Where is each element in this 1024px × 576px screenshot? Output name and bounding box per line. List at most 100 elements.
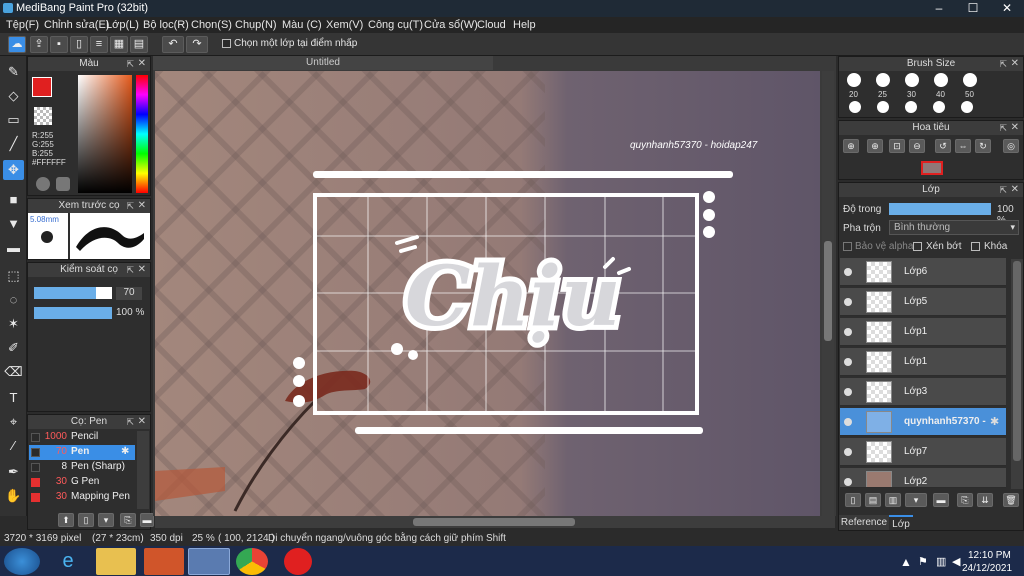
close-panel-icon[interactable]: ✕ bbox=[138, 263, 146, 277]
rotate-right-icon[interactable]: ↻ bbox=[975, 139, 991, 153]
size-dot[interactable] bbox=[849, 101, 861, 113]
layer-opacity-slider[interactable] bbox=[889, 203, 991, 215]
gear-icon[interactable]: ✱ bbox=[121, 446, 129, 457]
fit-icon[interactable]: ⊡ bbox=[889, 139, 905, 153]
select-layer-checkbox[interactable] bbox=[222, 39, 231, 48]
brush-menu-icon[interactable]: ▾ bbox=[98, 513, 114, 527]
menu-cloud[interactable]: Cloud bbox=[477, 19, 506, 31]
artwork[interactable]: Chịu quynhanh57370 - hoidap247 bbox=[155, 71, 820, 516]
save-icon[interactable]: ▤ bbox=[130, 36, 148, 53]
copy-brush-icon[interactable]: ⎘ bbox=[120, 513, 136, 527]
popout-icon[interactable]: ⇱ bbox=[126, 263, 134, 277]
size-dot[interactable] bbox=[877, 101, 889, 113]
layer-row[interactable]: Lớp3 bbox=[840, 378, 1006, 406]
select-eraser-icon[interactable]: ⌫ bbox=[3, 362, 24, 382]
merge-layer-icon[interactable]: ⇊ bbox=[977, 493, 993, 507]
tray-arrow-icon[interactable]: ▲ bbox=[900, 555, 912, 569]
gradient-icon[interactable]: ▬ bbox=[3, 238, 24, 258]
new-8bit-layer-icon[interactable]: ▥ bbox=[885, 493, 901, 507]
lock-checkbox[interactable] bbox=[971, 242, 980, 251]
horizontal-scroll-thumb[interactable] bbox=[413, 518, 575, 526]
eye-icon[interactable] bbox=[844, 298, 852, 306]
new-brush-icon[interactable]: ▯ bbox=[78, 513, 94, 527]
size-value[interactable]: 70 bbox=[116, 287, 142, 300]
size-slider[interactable] bbox=[34, 287, 112, 299]
minimize-button[interactable]: – bbox=[922, 0, 956, 17]
duplicate-layer-icon[interactable]: ⎘ bbox=[957, 493, 973, 507]
maximize-button[interactable]: ☐ bbox=[956, 0, 990, 17]
menu-filter[interactable]: Bộ lọc(R) bbox=[143, 19, 189, 31]
eye-icon[interactable] bbox=[844, 268, 852, 276]
menu-select[interactable]: Chọn(S) bbox=[191, 19, 232, 31]
bucket-icon[interactable]: ▼ bbox=[3, 214, 24, 234]
layer-row[interactable]: Lớp1 bbox=[840, 348, 1006, 376]
eraser-icon[interactable]: ◇ bbox=[3, 86, 24, 106]
reset-view-icon[interactable]: ◎ bbox=[1003, 139, 1019, 153]
select-pen-icon[interactable]: ✐ bbox=[3, 338, 24, 358]
menu-capture[interactable]: Chụp(N) bbox=[235, 19, 277, 31]
document-icon[interactable]: ≡ bbox=[90, 36, 108, 53]
size-dot[interactable] bbox=[876, 73, 890, 87]
menu-edit[interactable]: Chỉnh sửa(E) bbox=[44, 19, 109, 31]
start-button[interactable] bbox=[4, 548, 40, 575]
popout-icon[interactable]: ⇱ bbox=[126, 57, 134, 71]
redo-icon[interactable]: ↷ bbox=[186, 36, 208, 53]
layer-scrollbar[interactable] bbox=[1011, 259, 1023, 489]
eye-icon[interactable] bbox=[844, 478, 852, 486]
add-brush-icon[interactable]: ⬆ bbox=[58, 513, 74, 527]
layer-row[interactable]: Lớp5 bbox=[840, 288, 1006, 316]
tab-layer[interactable]: Lớp bbox=[889, 515, 913, 530]
close-panel-icon[interactable]: ✕ bbox=[138, 199, 146, 213]
media-player-icon[interactable] bbox=[144, 548, 184, 575]
foreground-color[interactable] bbox=[32, 77, 52, 97]
protect-alpha-checkbox[interactable] bbox=[843, 242, 852, 251]
trash-icon[interactable]: 🗑 bbox=[1003, 493, 1019, 507]
line-icon[interactable]: ╱ bbox=[3, 134, 24, 154]
flag-icon[interactable]: ⚑ bbox=[918, 555, 928, 568]
zoom-plus-icon[interactable]: ⊕ bbox=[867, 139, 883, 153]
hue-slider[interactable] bbox=[136, 75, 148, 193]
dropper-icon[interactable]: ⁄ bbox=[3, 436, 24, 456]
flip-icon[interactable]: ⇔ bbox=[955, 139, 971, 153]
brush-item-pen-sharp[interactable]: 8 Pen (Sharp) bbox=[29, 460, 135, 475]
network-icon[interactable]: ▥ bbox=[936, 555, 946, 568]
close-panel-icon[interactable]: ✕ bbox=[1011, 57, 1019, 71]
opera-icon[interactable] bbox=[284, 548, 312, 575]
blend-mode-select[interactable]: Bình thường ▾ bbox=[889, 220, 1019, 235]
magic-wand-icon[interactable]: ✶ bbox=[3, 314, 24, 334]
popout-icon[interactable]: ⇱ bbox=[999, 57, 1007, 71]
move-icon[interactable]: ✥ bbox=[3, 160, 24, 180]
layer-row[interactable]: Lớp1 bbox=[840, 318, 1006, 346]
eyedropper-icon[interactable]: ✒ bbox=[3, 462, 24, 482]
undo-icon[interactable]: ↶ bbox=[162, 36, 184, 53]
share-icon[interactable]: ⇪ bbox=[30, 36, 48, 53]
eye-icon[interactable] bbox=[844, 418, 852, 426]
popout-icon[interactable]: ⇱ bbox=[126, 199, 134, 213]
size-dot[interactable] bbox=[934, 73, 948, 87]
new-halftone-layer-icon[interactable]: ▤ bbox=[865, 493, 881, 507]
size-dot[interactable] bbox=[961, 101, 973, 113]
eye-icon[interactable] bbox=[844, 328, 852, 336]
layer-row-selected[interactable]: quynhanh57370 - ✱ bbox=[840, 408, 1006, 436]
lasso-icon[interactable]: ◌ bbox=[3, 290, 24, 310]
clipping-checkbox[interactable] bbox=[913, 242, 922, 251]
popout-icon[interactable]: ⇱ bbox=[126, 415, 134, 429]
close-button[interactable]: ✕ bbox=[990, 0, 1024, 17]
close-panel-icon[interactable]: ✕ bbox=[138, 57, 146, 71]
brush-item-mapping-pen[interactable]: 30 Mapping Pen bbox=[29, 490, 135, 505]
layer-scroll-thumb[interactable] bbox=[1013, 261, 1021, 461]
menu-view[interactable]: Xem(V) bbox=[326, 19, 363, 31]
clock-date[interactable]: 24/12/2021 bbox=[962, 563, 1012, 574]
brush-list-scrollbar[interactable] bbox=[137, 431, 149, 509]
size-dot[interactable] bbox=[905, 101, 917, 113]
eye-icon[interactable] bbox=[844, 388, 852, 396]
text-icon[interactable]: T bbox=[3, 388, 24, 408]
popout-icon[interactable]: ⇱ bbox=[999, 183, 1007, 197]
comment-icon[interactable]: ▪ bbox=[50, 36, 68, 53]
gear-icon[interactable]: ✱ bbox=[990, 415, 999, 428]
layer-row[interactable]: Lớp2 bbox=[840, 468, 1006, 488]
eye-icon[interactable] bbox=[844, 448, 852, 456]
size-dot[interactable] bbox=[963, 73, 977, 87]
layout-icon[interactable]: ▦ bbox=[110, 36, 128, 53]
close-panel-icon[interactable]: ✕ bbox=[1011, 183, 1019, 197]
